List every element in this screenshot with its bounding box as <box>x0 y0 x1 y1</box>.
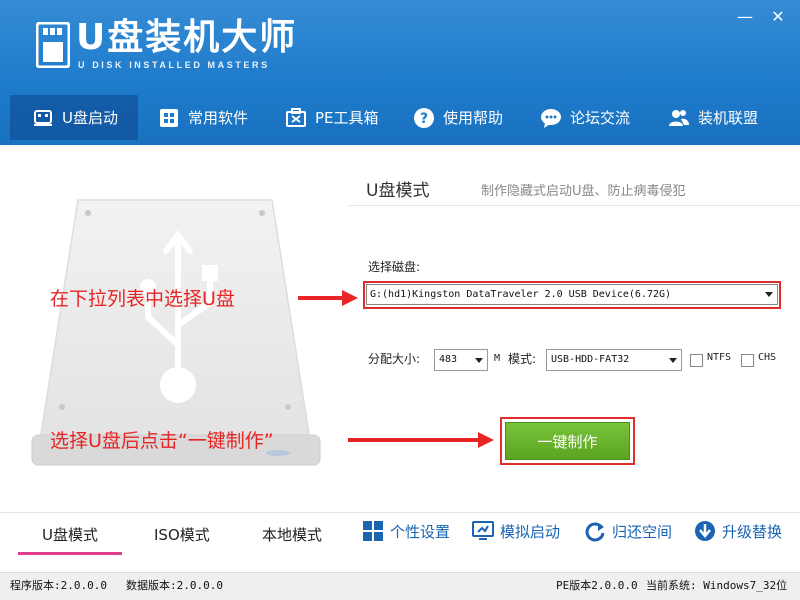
restore-space-button[interactable]: 归还空间 <box>584 520 672 542</box>
tab-label: U盘启动 <box>62 109 118 127</box>
annotation-select-disk: 在下拉列表中选择U盘 <box>50 288 235 310</box>
ntfs-checkbox[interactable] <box>690 354 703 367</box>
alloc-label: 分配大小: <box>368 352 421 366</box>
status-bar: 程序版本:2.0.0.0 数据版本:2.0.0.0 PE版本2.0.0.0 当前… <box>0 572 800 600</box>
monitor-icon <box>472 521 494 540</box>
svg-text:?: ? <box>420 111 428 127</box>
minimize-button[interactable]: — <box>736 8 754 26</box>
chat-icon <box>541 108 561 128</box>
alloc-size-select[interactable]: 483 <box>434 349 488 371</box>
users-icon <box>669 109 689 126</box>
current-system: 当前系统: Windows7_32位 <box>646 579 788 592</box>
mode-select-value: USB-HDD-FAT32 <box>551 354 630 365</box>
tab-label: 装机联盟 <box>698 109 759 127</box>
close-button[interactable]: ✕ <box>769 8 787 26</box>
logo-icon <box>36 22 70 68</box>
alloc-unit: M <box>494 353 501 364</box>
tab-label: PE工具箱 <box>315 109 379 127</box>
personalize-button[interactable]: 个性设置 <box>362 520 450 542</box>
app-subtitle: U DISK INSTALLED MASTERS <box>78 60 270 70</box>
disk-select-value: G:(hd1)Kingston DataTraveler 2.0 USB Dev… <box>370 289 672 300</box>
mode-select[interactable]: USB-HDD-FAT32 <box>546 349 682 371</box>
tab-common-software[interactable]: 常用软件 <box>158 95 248 140</box>
action-label: 归还空间 <box>612 522 673 541</box>
disk-label: 选择磁盘: <box>368 260 421 274</box>
alloc-size-value: 483 <box>439 354 458 365</box>
mode-description: 制作隐藏式启动U盘、防止病毒侵犯 <box>481 184 686 199</box>
app-title: U盘装机大师 <box>76 17 298 58</box>
puzzle-icon <box>160 108 178 127</box>
ntfs-label: NTFS <box>707 352 732 363</box>
divider <box>348 205 800 206</box>
pe-version: PE版本2.0.0.0 <box>556 579 638 592</box>
simulate-boot-button[interactable]: 模拟启动 <box>472 520 560 542</box>
usb-drive-icon <box>34 109 52 126</box>
annotation-click-make: 选择U盘后点击“一键制作” <box>50 430 274 452</box>
action-label: 升级替换 <box>722 522 783 541</box>
download-icon <box>695 521 715 541</box>
active-tab-indicator <box>18 552 122 555</box>
mode-label: 模式: <box>508 352 537 366</box>
annotation-arrow <box>348 432 494 448</box>
program-version: 程序版本:2.0.0.0 <box>10 579 107 592</box>
chs-checkbox[interactable] <box>741 354 754 367</box>
action-label: 个性设置 <box>390 522 451 541</box>
chs-label: CHS <box>758 352 777 363</box>
tab-forum[interactable]: 论坛交流 <box>540 95 630 140</box>
annotation-arrow <box>298 290 358 306</box>
refresh-icon <box>585 522 605 542</box>
tab-label: 常用软件 <box>188 109 249 127</box>
tab-label: 使用帮助 <box>443 109 504 127</box>
disk-select[interactable]: G:(hd1)Kingston DataTraveler 2.0 USB Dev… <box>366 284 778 305</box>
tab-pe-toolbox[interactable]: PE工具箱 <box>285 95 379 140</box>
data-version: 数据版本:2.0.0.0 <box>126 579 223 592</box>
help-icon: ? <box>414 107 434 128</box>
app-header: U盘装机大师 U DISK INSTALLED MASTERS — ✕ U盘启动… <box>0 0 800 145</box>
chevron-down-icon <box>669 358 677 363</box>
tab-alliance[interactable]: 装机联盟 <box>668 95 758 140</box>
tab-local-mode[interactable]: 本地模式 <box>262 524 322 545</box>
tab-usb-boot[interactable]: U盘启动 <box>10 95 138 140</box>
one-click-make-button[interactable]: 一键制作 <box>505 422 630 460</box>
tab-help[interactable]: ? 使用帮助 <box>413 95 503 140</box>
action-label: 模拟启动 <box>500 522 561 541</box>
tab-usb-mode[interactable]: U盘模式 <box>42 524 98 545</box>
grid-icon <box>363 521 383 541</box>
tab-label: 论坛交流 <box>570 109 631 127</box>
mode-title: U盘模式 <box>366 181 430 201</box>
upgrade-button[interactable]: 升级替换 <box>694 520 782 542</box>
chevron-down-icon <box>765 292 773 297</box>
chevron-down-icon <box>475 358 483 363</box>
toolbox-icon <box>286 107 306 127</box>
tab-iso-mode[interactable]: ISO模式 <box>154 524 210 545</box>
